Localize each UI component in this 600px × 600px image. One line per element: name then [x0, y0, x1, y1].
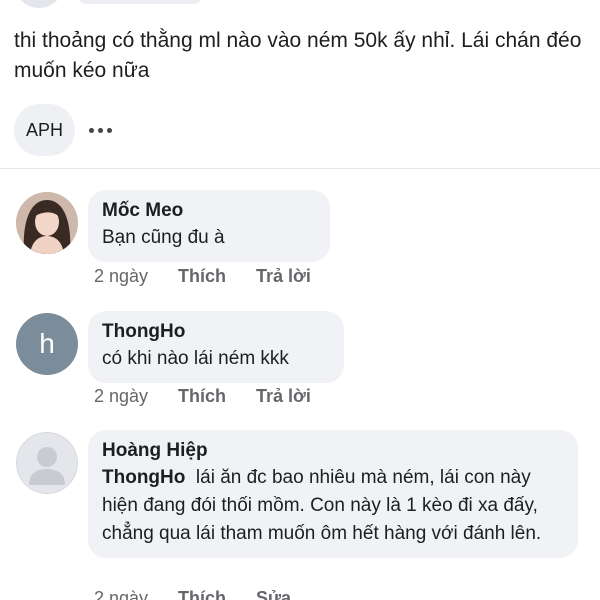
reply-button[interactable]: Trả lời [256, 386, 311, 407]
comment-text: ThongHo lái ăn đc bao nhiêu mà ném, lái … [102, 464, 564, 548]
comment-author[interactable]: ThongHo [102, 319, 330, 345]
edit-button[interactable]: Sửa [256, 588, 291, 600]
avatar[interactable] [16, 432, 78, 494]
divider [0, 168, 600, 169]
comment-text: Bạn cũng đu à [102, 227, 225, 248]
comment-meta: 2 ngày Thích Trả lời [94, 266, 311, 287]
cut-off-header [80, 0, 200, 4]
comment-bubble: ThongHo có khi nào lái ném kkk [88, 311, 344, 383]
cut-off-avatar [14, 0, 64, 8]
more-options-icon[interactable] [89, 104, 113, 156]
comment-meta: 2 ngày Thích Trả lời [94, 386, 311, 407]
comment-text-line1: lái ăn đc bao nhiêu mà ném, lái [185, 467, 459, 488]
comments-page: thi thoảng có thằng ml nào vào ném 50k ấ… [0, 0, 600, 600]
default-user-icon [29, 447, 65, 485]
comment-meta: 2 ngày Thích Sửa [94, 588, 291, 600]
profile-photo-icon [16, 192, 78, 254]
comment-item: h ThongHo có khi nào lái ném kkk 2 ngày … [14, 311, 594, 411]
comment-bubble: Mốc Meo Bạn cũng đu à [88, 190, 330, 262]
comment-author[interactable]: Mốc Meo [102, 198, 316, 224]
comment-text: có khi nào lái ném kkk [102, 348, 289, 369]
comment-time[interactable]: 2 ngày [94, 386, 178, 407]
comment-bubble: Hoàng Hiệp ThongHo lái ăn đc bao nhiêu m… [88, 430, 578, 558]
like-button[interactable]: Thích [178, 266, 256, 287]
like-button[interactable]: Thích [178, 386, 256, 407]
comment-author[interactable]: Hoàng Hiệp [102, 438, 564, 464]
post-text: thi thoảng có thằng ml nào vào ném 50k ấ… [14, 29, 582, 82]
mention-tag[interactable]: ThongHo [102, 467, 185, 488]
avatar[interactable]: h [16, 313, 78, 375]
aph-chip[interactable]: APH [14, 104, 76, 156]
comment-item: Hoàng Hiệp ThongHo lái ăn đc bao nhiêu m… [14, 430, 594, 600]
comment-item: Mốc Meo Bạn cũng đu à 2 ngày Thích Trả l… [14, 190, 594, 290]
post-actions: APH [14, 104, 113, 156]
reply-button[interactable]: Trả lời [256, 266, 311, 287]
comment-time[interactable]: 2 ngày [94, 588, 178, 600]
comment-time[interactable]: 2 ngày [94, 266, 178, 287]
like-button[interactable]: Thích [178, 588, 256, 600]
avatar[interactable] [16, 192, 78, 254]
